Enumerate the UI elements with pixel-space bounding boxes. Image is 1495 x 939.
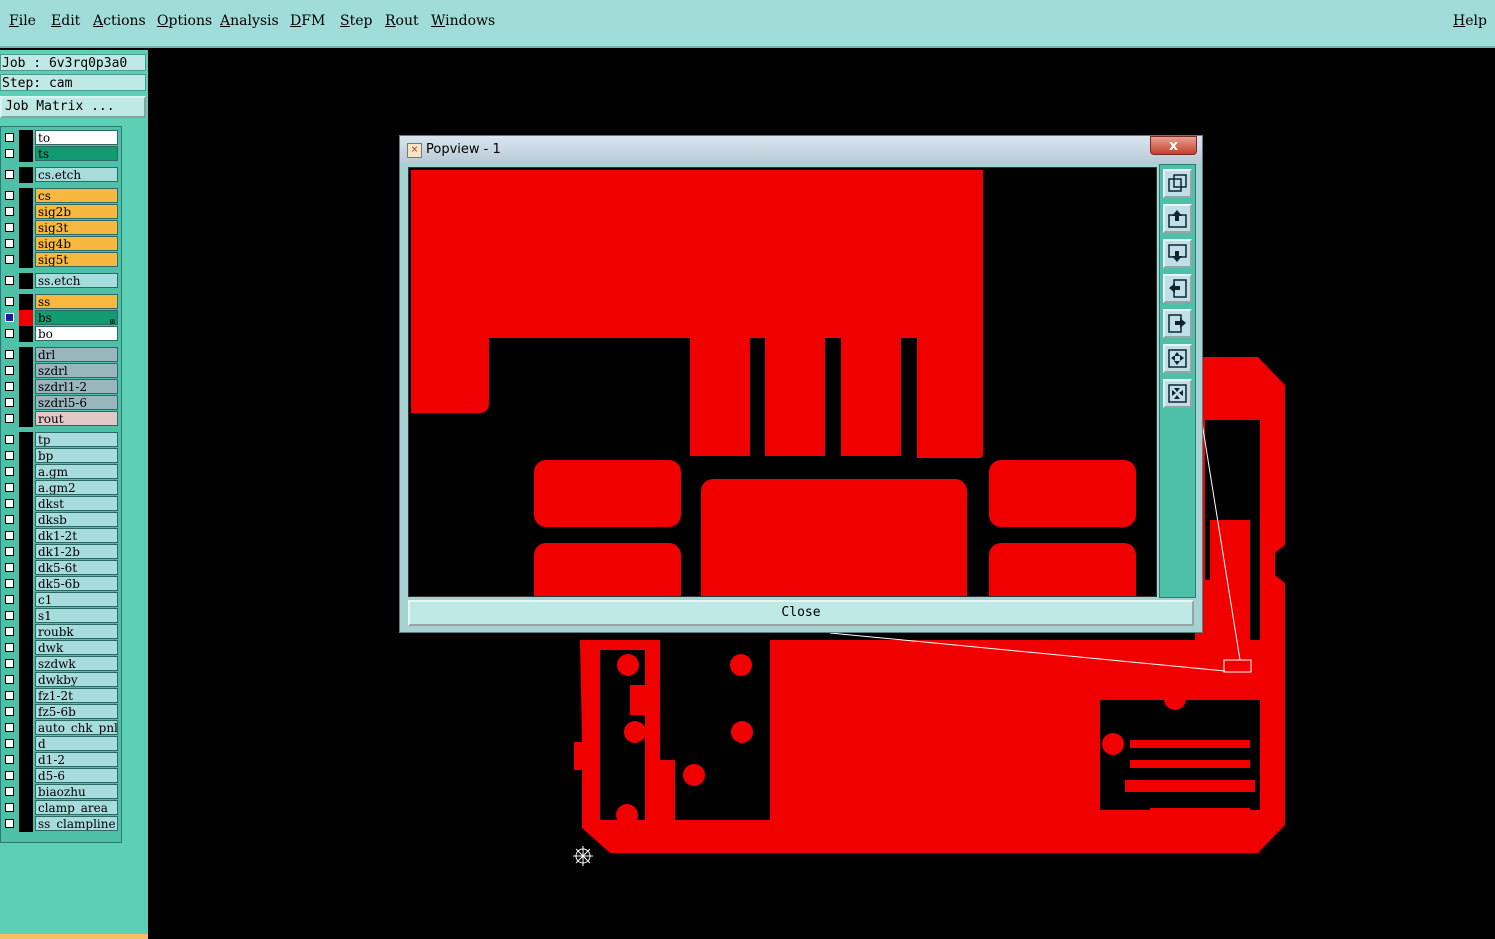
popview-copper xyxy=(411,170,1136,596)
popview-canvas[interactable] xyxy=(408,167,1157,597)
origin-marker-icon xyxy=(573,846,593,866)
zoom-out-icon[interactable] xyxy=(1163,379,1192,408)
close-button[interactable]: Close xyxy=(408,600,1194,626)
popview-title: Popview - 1 xyxy=(426,142,501,157)
popview-toolbar xyxy=(1159,164,1196,598)
pan-down-icon[interactable] xyxy=(1163,239,1192,268)
pan-right-icon[interactable] xyxy=(1163,309,1192,338)
pan-up-icon[interactable] xyxy=(1163,204,1192,233)
pan-left-icon[interactable] xyxy=(1163,274,1192,303)
zoom-in-icon[interactable] xyxy=(1163,344,1192,373)
zoom-home-icon[interactable] xyxy=(1163,169,1192,198)
app-icon: × xyxy=(407,143,422,158)
popview-titlebar[interactable]: × Popview - 1 xyxy=(400,136,1202,163)
window-close-button[interactable]: x xyxy=(1150,136,1197,155)
popview-window: × Popview - 1 x Close xyxy=(399,135,1203,633)
